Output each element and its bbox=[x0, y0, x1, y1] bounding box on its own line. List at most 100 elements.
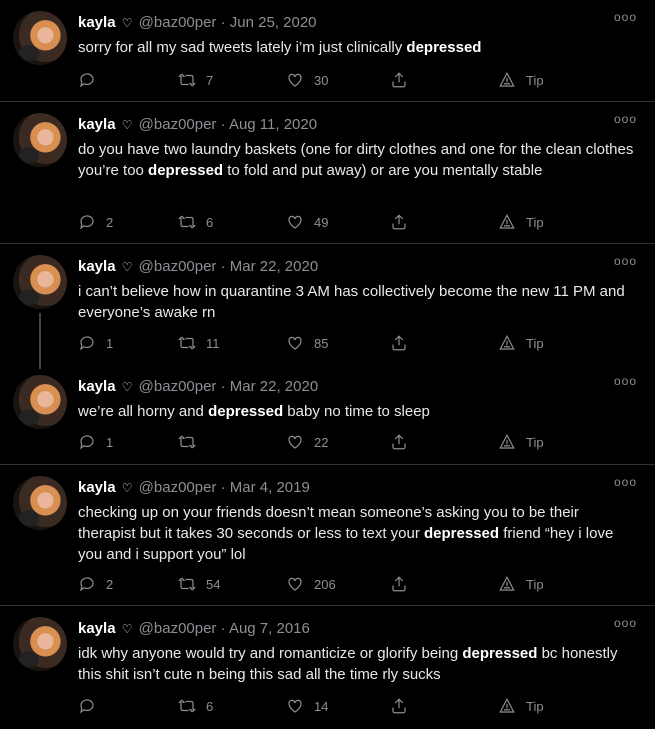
retweet-icon bbox=[178, 336, 196, 350]
like-button[interactable]: 85 bbox=[286, 332, 328, 354]
reply-button[interactable] bbox=[78, 69, 106, 91]
retweet-count: 7 bbox=[206, 72, 214, 88]
like-button[interactable]: 22 bbox=[286, 431, 328, 453]
user-name[interactable]: kayla bbox=[78, 258, 116, 275]
more-options-icon[interactable]: ooo bbox=[614, 112, 637, 126]
avatar[interactable] bbox=[13, 476, 67, 530]
avatar[interactable] bbox=[13, 255, 67, 309]
user-name[interactable]: kayla bbox=[78, 116, 116, 133]
user-handle[interactable]: @baz00per bbox=[139, 620, 217, 637]
tweet-text: i can’t believe how in quarantine 3 AM h… bbox=[78, 283, 625, 321]
retweet-button[interactable]: 6 bbox=[178, 211, 213, 233]
tweet[interactable]: kayla ♡ @baz00per · Aug 7, 2016 ooo idk … bbox=[0, 606, 655, 729]
retweet-button[interactable]: 6 bbox=[178, 695, 213, 717]
tweet[interactable]: kayla ♡ @baz00per · Mar 22, 2020 ooo i c… bbox=[0, 244, 655, 369]
tweet-header: kayla ♡ @baz00per · Aug 7, 2016 bbox=[78, 620, 310, 637]
tip-label: Tip bbox=[526, 72, 544, 88]
reply-button[interactable]: 2 bbox=[78, 211, 113, 233]
avatar[interactable] bbox=[13, 375, 67, 429]
tweet-actions: 7 30 Tip bbox=[78, 69, 638, 91]
tweet-date[interactable]: · Mar 22, 2020 bbox=[221, 258, 319, 275]
share-button[interactable] bbox=[390, 332, 408, 354]
tip-button[interactable]: Tip bbox=[498, 332, 544, 354]
like-button[interactable]: 49 bbox=[286, 211, 328, 233]
retweet-button[interactable]: 7 bbox=[178, 69, 213, 91]
more-options-icon[interactable]: ooo bbox=[614, 475, 637, 489]
share-button[interactable] bbox=[390, 431, 408, 453]
tweet-actions: 2 6 49 Tip bbox=[78, 211, 638, 233]
tweet-header: kayla ♡ @baz00per · Mar 4, 2019 bbox=[78, 479, 310, 496]
more-options-icon[interactable]: ooo bbox=[614, 10, 637, 24]
user-name[interactable]: kayla bbox=[78, 479, 116, 496]
tip-label: Tip bbox=[526, 698, 544, 714]
tweet-text: do you have two laundry baskets (one for… bbox=[78, 141, 634, 179]
like-count: 206 bbox=[314, 576, 336, 592]
tweet[interactable]: kayla ♡ @baz00per · Aug 11, 2020 ooo do … bbox=[0, 102, 655, 244]
tweet[interactable]: kayla ♡ @baz00per · Mar 4, 2019 ooo chec… bbox=[0, 465, 655, 606]
like-button[interactable]: 30 bbox=[286, 69, 328, 91]
retweet-icon bbox=[178, 577, 196, 591]
tweet-header: kayla ♡ @baz00per · Aug 11, 2020 bbox=[78, 116, 317, 133]
tweet-date[interactable]: · Mar 22, 2020 bbox=[221, 378, 319, 395]
retweet-button[interactable] bbox=[178, 431, 206, 453]
like-count: 30 bbox=[314, 72, 329, 88]
user-name[interactable]: kayla bbox=[78, 14, 116, 31]
tweet-text: idk why anyone would try and romanticize… bbox=[78, 645, 618, 683]
avatar[interactable] bbox=[13, 11, 67, 65]
reply-button[interactable] bbox=[78, 695, 106, 717]
share-icon bbox=[392, 214, 406, 230]
reply-button[interactable]: 1 bbox=[78, 332, 113, 354]
more-options-icon[interactable]: ooo bbox=[614, 254, 637, 268]
avatar[interactable] bbox=[13, 113, 67, 167]
share-button[interactable] bbox=[390, 211, 408, 233]
retweet-icon bbox=[178, 215, 196, 229]
tip-button[interactable]: Tip bbox=[498, 573, 544, 595]
tip-icon bbox=[499, 71, 515, 87]
tweet-text: sorry for all my sad tweets lately i’m j… bbox=[78, 39, 482, 56]
tip-label: Tip bbox=[526, 576, 544, 592]
tweet-date[interactable]: · Aug 7, 2016 bbox=[221, 620, 310, 637]
user-handle[interactable]: @baz00per bbox=[139, 479, 217, 496]
like-button[interactable]: 206 bbox=[286, 573, 336, 595]
user-handle[interactable]: @baz00per bbox=[139, 116, 217, 133]
heart-badge-icon: ♡ bbox=[121, 380, 133, 394]
thread-line bbox=[39, 313, 41, 369]
share-button[interactable] bbox=[390, 695, 408, 717]
more-options-icon[interactable]: ooo bbox=[614, 374, 637, 388]
tip-button[interactable]: Tip bbox=[498, 431, 544, 453]
user-handle[interactable]: @baz00per bbox=[139, 378, 217, 395]
retweet-button[interactable]: 54 bbox=[178, 573, 220, 595]
tweet-actions: 2 54 206 Tip bbox=[78, 573, 638, 595]
tweet-date[interactable]: · Jun 25, 2020 bbox=[221, 14, 317, 31]
tweet-date[interactable]: · Aug 11, 2020 bbox=[221, 116, 317, 133]
retweet-icon bbox=[178, 435, 196, 449]
like-button[interactable]: 14 bbox=[286, 695, 328, 717]
heart-badge-icon: ♡ bbox=[121, 481, 133, 495]
tweet-actions: 1 11 85 Tip bbox=[78, 332, 638, 354]
reply-count: 1 bbox=[106, 434, 114, 450]
heart-badge-icon: ♡ bbox=[121, 260, 133, 274]
avatar[interactable] bbox=[13, 617, 67, 671]
reply-button[interactable]: 1 bbox=[78, 431, 113, 453]
tip-button[interactable]: Tip bbox=[498, 69, 544, 91]
tip-icon bbox=[499, 433, 515, 449]
tweet-date[interactable]: · Mar 4, 2019 bbox=[221, 479, 310, 496]
tip-icon bbox=[499, 575, 515, 591]
tip-button[interactable]: Tip bbox=[498, 211, 544, 233]
retweet-icon bbox=[178, 699, 196, 713]
tweet[interactable]: kayla ♡ @baz00per · Jun 25, 2020 ooo sor… bbox=[0, 0, 655, 102]
tweet[interactable]: kayla ♡ @baz00per · Mar 22, 2020 ooo we’… bbox=[0, 364, 655, 465]
user-name[interactable]: kayla bbox=[78, 378, 116, 395]
tip-button[interactable]: Tip bbox=[498, 695, 544, 717]
retweet-count: 54 bbox=[206, 576, 221, 592]
share-button[interactable] bbox=[390, 573, 408, 595]
more-options-icon[interactable]: ooo bbox=[614, 616, 637, 630]
share-button[interactable] bbox=[390, 69, 408, 91]
user-name[interactable]: kayla bbox=[78, 620, 116, 637]
like-count: 14 bbox=[314, 698, 329, 714]
reply-button[interactable]: 2 bbox=[78, 573, 113, 595]
reply-count: 1 bbox=[106, 335, 114, 351]
user-handle[interactable]: @baz00per bbox=[139, 14, 217, 31]
retweet-button[interactable]: 11 bbox=[178, 332, 220, 354]
user-handle[interactable]: @baz00per bbox=[139, 258, 217, 275]
